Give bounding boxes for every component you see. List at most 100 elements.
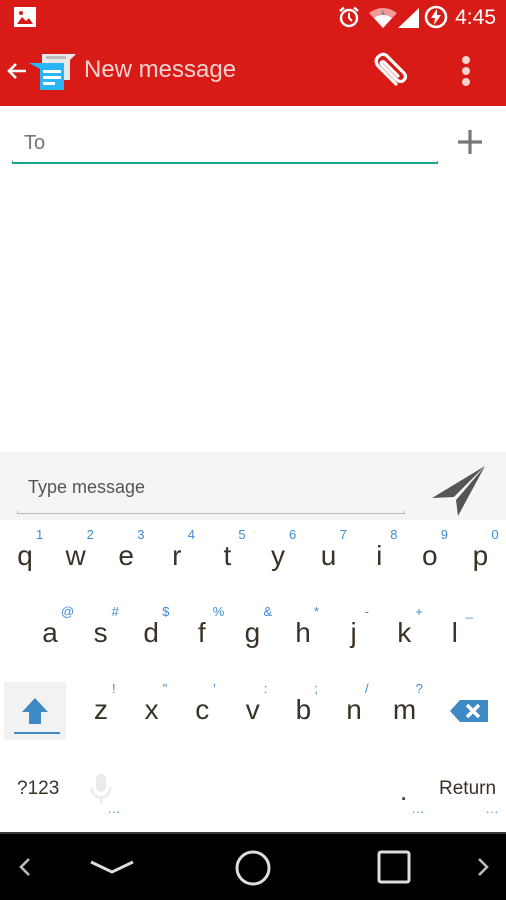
key-hint: ! [112,681,116,696]
key-u[interactable]: u7 [304,520,354,596]
return-more-indicator: ... [486,802,500,816]
key-g[interactable]: g & [227,597,277,673]
key-label: i [376,540,383,571]
key-hint: * [314,604,320,619]
key-hint: % [212,604,225,619]
key-label: q [17,540,33,571]
recents-icon[interactable] [376,834,412,900]
key-x[interactable]: x " [127,674,177,750]
send-icon[interactable] [428,462,488,518]
key-y[interactable]: y6 [253,520,303,596]
key-j[interactable]: j- [329,597,379,673]
key-f[interactable]: f% [177,597,227,673]
key-hint: / [365,681,369,696]
key-hint: 0 [491,527,499,542]
key-label: u [320,540,337,571]
key-v[interactable]: v: [228,674,278,750]
image-notification-icon [14,7,36,27]
key-r[interactable]: r4 [152,520,202,596]
period-more-indicator: ... [412,802,426,816]
key-o[interactable]: o9 [405,520,455,596]
key-label: s [93,617,108,648]
app-bar: New message [0,36,506,106]
alarm-icon [339,6,359,28]
key-label: o [422,540,438,571]
status-bar: 4:45 [0,0,506,36]
key-l[interactable]: l _ [430,597,480,673]
key-hint: 6 [289,527,297,542]
period-key[interactable]: . [400,776,407,807]
battery-charging-icon [424,5,448,29]
key-z[interactable]: z! [76,674,126,750]
mic-more-indicator: ... [108,802,122,816]
key-hint: 3 [137,527,145,542]
navigation-bar [0,832,506,900]
key-label: h [295,617,311,648]
key-hint: ; [314,681,319,696]
key-hint: 4 [187,527,196,542]
key-hint: : [263,681,268,696]
key-h[interactable]: h * [278,597,328,673]
key-label: w [65,540,86,571]
key-c[interactable]: c ' [177,674,227,750]
key-label: v [245,694,260,725]
more-vert-icon[interactable] [456,54,476,90]
arrow-left-icon[interactable] [6,61,28,81]
key-q[interactable]: q1 [0,520,50,596]
key-w[interactable]: w2 [51,520,101,596]
key-hint: + [415,604,423,619]
key-i[interactable]: i8 [354,520,404,596]
chevron-left-icon[interactable] [14,834,36,900]
home-icon[interactable] [232,834,274,900]
key-hint: 7 [339,527,347,542]
key-k[interactable]: k + [379,597,429,673]
message-input[interactable] [17,472,405,502]
key-label: f [197,617,206,648]
symbols-key[interactable]: ?123 [17,778,59,800]
key-m[interactable]: m? [380,674,430,750]
key-n[interactable]: n / [329,674,379,750]
key-e[interactable]: e3 [101,520,151,596]
microphone-icon[interactable] [88,772,114,806]
key-label: a [42,617,58,648]
key-hint: 2 [86,527,94,542]
key-b[interactable]: b; [278,674,328,750]
shift-indicator [14,732,60,734]
paperclip-icon[interactable] [366,50,410,94]
wifi-icon [369,8,397,28]
key-hint: & [263,604,273,619]
key-hint: ' [213,681,216,696]
key-p[interactable]: p0 [455,520,505,596]
cell-signal-icon [398,8,419,28]
plus-icon[interactable] [452,124,488,160]
key-t[interactable]: t5 [202,520,252,596]
messenger-icon [29,54,76,90]
key-hint: 9 [440,527,449,542]
key-hint: 8 [390,527,398,542]
clock: 4:45 [455,6,496,29]
key-hint: 1 [36,527,44,542]
key-a[interactable]: a @ [25,597,75,673]
key-hint: $ [162,604,170,619]
key-label: m [392,694,417,725]
chevron-right-icon[interactable] [472,834,494,900]
key-label: d [143,617,159,648]
backspace-key[interactable] [450,700,490,722]
to-field-underline [12,161,438,164]
key-label: r [172,540,182,571]
key-hint: 5 [238,527,246,542]
key-d[interactable]: d $ [126,597,176,673]
key-hint: # [111,604,119,619]
key-label: z [94,694,108,725]
key-hint: " [162,681,168,696]
shift-key[interactable] [4,682,66,740]
return-key[interactable]: Return [439,778,496,800]
hide-keyboard-icon[interactable] [88,834,136,900]
key-label: k [397,617,412,648]
key-label: x [144,694,159,725]
key-s[interactable]: s # [76,597,126,673]
to-field[interactable] [12,124,438,162]
key-hint: ? [415,681,423,696]
key-hint: _ [465,604,474,619]
key-label: g [244,617,261,648]
